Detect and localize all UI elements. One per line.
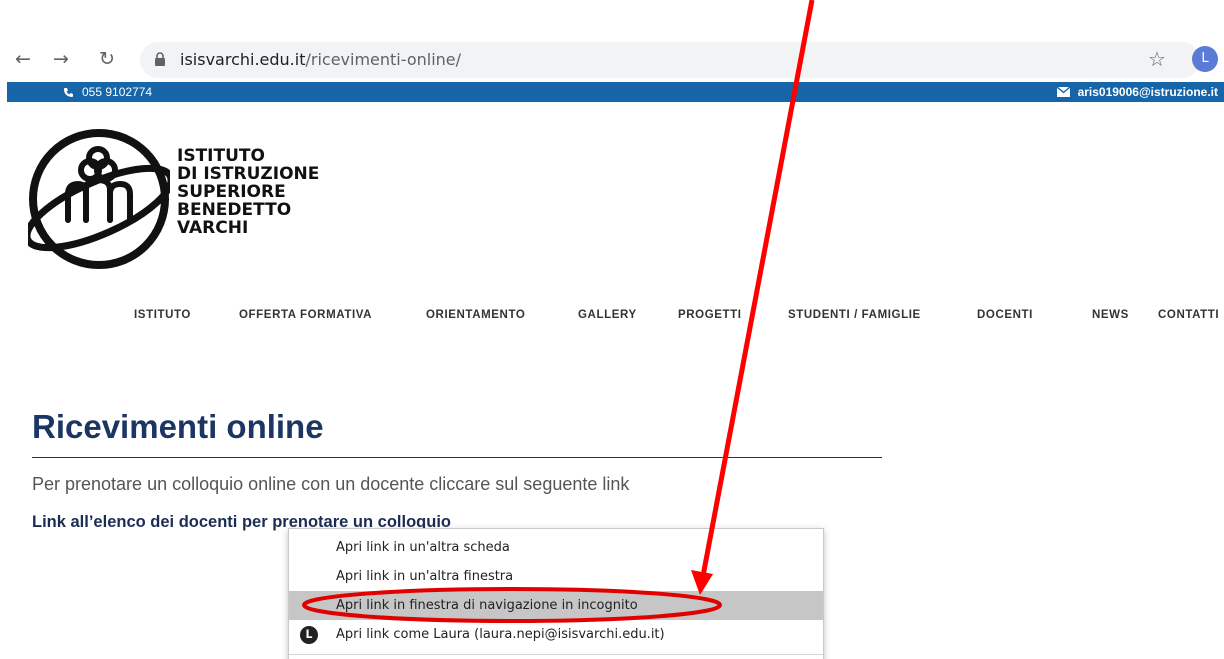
envelope-icon: [1056, 87, 1070, 97]
intro-text: Per prenotare un colloquio online con un…: [32, 474, 630, 494]
address-bar[interactable]: isisvarchi.edu.it/ricevimenti-online/ ☆: [140, 42, 1200, 78]
logo-line: ISTITUTO: [177, 146, 265, 166]
bookmark-star-icon[interactable]: ☆: [1148, 47, 1166, 71]
school-logo-text[interactable]: ISTITUTO DI ISTRUZIONE SUPERIORE BENEDET…: [177, 147, 319, 237]
site-top-bar: 055 9102774 aris019006@istruzione.it: [7, 82, 1224, 102]
main-navigation: ISTITUTO OFFERTA FORMATIVA ORIENTAMENTO …: [0, 309, 1224, 325]
nav-item-docenti[interactable]: DOCENTI: [977, 309, 1033, 321]
nav-item-progetti[interactable]: PROGETTI: [678, 309, 742, 321]
ctx-open-incognito[interactable]: Apri link in finestra di navigazione in …: [289, 591, 823, 620]
ctx-open-as-profile-label: Apri link come Laura (laura.nepi@isisvar…: [336, 627, 665, 642]
url-text[interactable]: isisvarchi.edu.it/ricevimenti-online/: [180, 50, 461, 69]
nav-item-orientamento[interactable]: ORIENTAMENTO: [426, 309, 525, 321]
phone-icon: [64, 87, 73, 97]
nav-item-news[interactable]: NEWS: [1092, 309, 1129, 321]
title-divider: [32, 457, 882, 458]
url-path: /ricevimenti-online/: [305, 50, 462, 69]
logo-line: DI ISTRUZIONE: [177, 164, 320, 184]
page-title: Ricevimenti online: [32, 408, 324, 445]
url-host: isisvarchi.edu.it: [180, 50, 306, 69]
phone-number: 055 9102774: [82, 85, 153, 99]
phone-contact[interactable]: 055 9102774: [63, 85, 152, 99]
nav-item-gallery[interactable]: GALLERY: [578, 309, 637, 321]
ctx-open-new-window[interactable]: Apri link in un'altra finestra: [289, 562, 823, 591]
back-arrow-icon[interactable]: ←: [12, 48, 34, 70]
context-menu: Apri link in un'altra scheda Apri link i…: [288, 528, 824, 659]
nav-item-contatti[interactable]: CONTATTI: [1158, 309, 1219, 321]
school-logo-icon[interactable]: [28, 128, 170, 270]
menu-separator: [289, 654, 823, 655]
nav-item-offerta-formativa[interactable]: OFFERTA FORMATIVA: [239, 309, 372, 321]
logo-line: SUPERIORE: [177, 182, 286, 202]
ctx-open-new-tab[interactable]: Apri link in un'altra scheda: [289, 533, 823, 562]
email-address: aris019006@istruzione.it: [1077, 85, 1218, 99]
profile-avatar-button[interactable]: L: [1192, 46, 1218, 72]
ctx-open-as-profile[interactable]: ᒪ Apri link come Laura (laura.nepi@isisv…: [289, 620, 823, 649]
lock-icon: [155, 52, 165, 66]
reload-icon[interactable]: ↻: [96, 48, 118, 70]
nav-item-istituto[interactable]: ISTITUTO: [134, 309, 191, 321]
browser-toolbar: ← → ↻ isisvarchi.edu.it/ricevimenti-onli…: [0, 38, 1224, 82]
email-contact[interactable]: aris019006@istruzione.it: [1056, 85, 1218, 99]
logo-line: BENEDETTO: [177, 200, 292, 220]
logo-line: VARCHI: [177, 218, 249, 238]
forward-arrow-icon[interactable]: →: [50, 48, 72, 70]
profile-avatar-icon: ᒪ: [300, 626, 318, 644]
nav-item-studenti-famiglie[interactable]: STUDENTI / FAMIGLIE: [788, 309, 921, 321]
